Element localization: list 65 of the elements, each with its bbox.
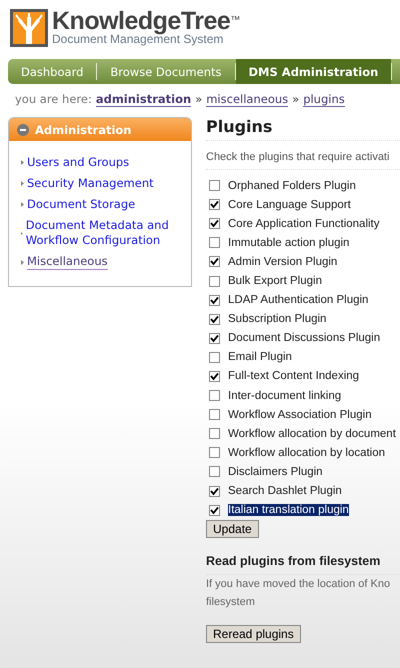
- checkbox[interactable]: [209, 199, 220, 210]
- checkbox[interactable]: [209, 409, 220, 420]
- section-heading: Read plugins from filesystem: [206, 552, 382, 570]
- checkbox[interactable]: [209, 370, 220, 382]
- tree-logo-icon: [10, 8, 48, 46]
- checkbox[interactable]: [209, 504, 220, 516]
- sidebar-link[interactable]: Miscellaneous: [27, 254, 108, 270]
- breadcrumb-link[interactable]: miscellaneous: [206, 92, 288, 107]
- checkbox[interactable]: [209, 314, 220, 325]
- instructions-text: Check the plugins that require activati: [206, 150, 390, 165]
- plugin-label: Orphaned Folders Plugin: [228, 180, 356, 192]
- checkbox[interactable]: [209, 466, 220, 478]
- checkbox[interactable]: [209, 237, 220, 248]
- bullet-icon: [21, 202, 24, 207]
- plugin-label: Workflow Association Plugin: [228, 408, 372, 421]
- breadcrumb-separator: »: [195, 92, 202, 107]
- brand-tagline: Document Management System: [52, 33, 224, 46]
- sidebar-link[interactable]: Users and Groups: [27, 155, 130, 170]
- sidebar-link[interactable]: Security Management: [27, 176, 154, 191]
- plugin-label: Inter-document linking: [228, 390, 342, 402]
- plugin-label: Italian translation plugin: [228, 504, 349, 516]
- update-button[interactable]: Update: [206, 520, 259, 538]
- bullet-icon: [21, 260, 24, 264]
- plugin-label: LDAP Authentication Plugin: [228, 294, 368, 306]
- plugin-label: Email Plugin: [228, 351, 292, 364]
- checkbox[interactable]: [209, 486, 220, 497]
- checkbox[interactable]: [209, 332, 220, 344]
- page-title: Plugins: [206, 117, 274, 138]
- sidebar-link[interactable]: Document Storage: [27, 197, 136, 212]
- checkbox[interactable]: [209, 447, 220, 458]
- checkbox[interactable]: [209, 180, 220, 192]
- plugin-label: Disclaimers Plugin: [228, 466, 323, 478]
- nav-tab[interactable]: DMS Administration: [236, 59, 392, 84]
- plugin-label: Document Discussions Plugin: [228, 332, 380, 344]
- plugin-label: Immutable action plugin: [228, 236, 350, 249]
- description-text: filesystem: [206, 594, 256, 610]
- breadcrumb-link[interactable]: administration: [96, 92, 192, 107]
- checkbox[interactable]: [209, 352, 220, 363]
- checkbox[interactable]: [209, 256, 220, 268]
- plugin-label: Subscription Plugin: [228, 313, 326, 326]
- plugin-label: Full-text Content Indexing: [228, 370, 360, 382]
- sidebar-link[interactable]: Document Metadata and Workflow Configuration: [26, 218, 191, 248]
- sidebar-title: Administration: [35, 122, 132, 136]
- checkbox[interactable]: [209, 428, 220, 440]
- breadcrumb-link[interactable]: plugins: [303, 92, 345, 107]
- reread-plugins-button[interactable]: Reread plugins: [206, 624, 301, 643]
- plugin-label: Core Language Support: [228, 198, 351, 211]
- plugin-label: Workflow allocation by location: [228, 446, 386, 459]
- plugin-label: Core Application Functionality: [228, 218, 380, 230]
- bullet-icon: [21, 160, 24, 165]
- plugin-label: Bulk Export Plugin: [228, 275, 322, 288]
- plugin-label: Workflow allocation by document: [228, 428, 396, 440]
- breadcrumb-prefix: you are here:: [15, 92, 92, 107]
- checkbox[interactable]: [209, 218, 220, 230]
- breadcrumb-separator: »: [292, 92, 300, 107]
- plugin-label: Admin Version Plugin: [228, 256, 338, 268]
- checkbox[interactable]: [209, 294, 220, 306]
- checkbox[interactable]: [209, 390, 220, 402]
- description-text: If you have moved the location of Kno: [206, 576, 392, 592]
- plugin-label: Search Dashlet Plugin: [228, 485, 342, 498]
- bullet-icon: [21, 181, 24, 186]
- collapse-icon[interactable]: [17, 124, 29, 136]
- checkbox[interactable]: [209, 276, 220, 287]
- trademark: ™: [230, 15, 240, 26]
- brand-name: KnowledgeTree: [52, 7, 230, 35]
